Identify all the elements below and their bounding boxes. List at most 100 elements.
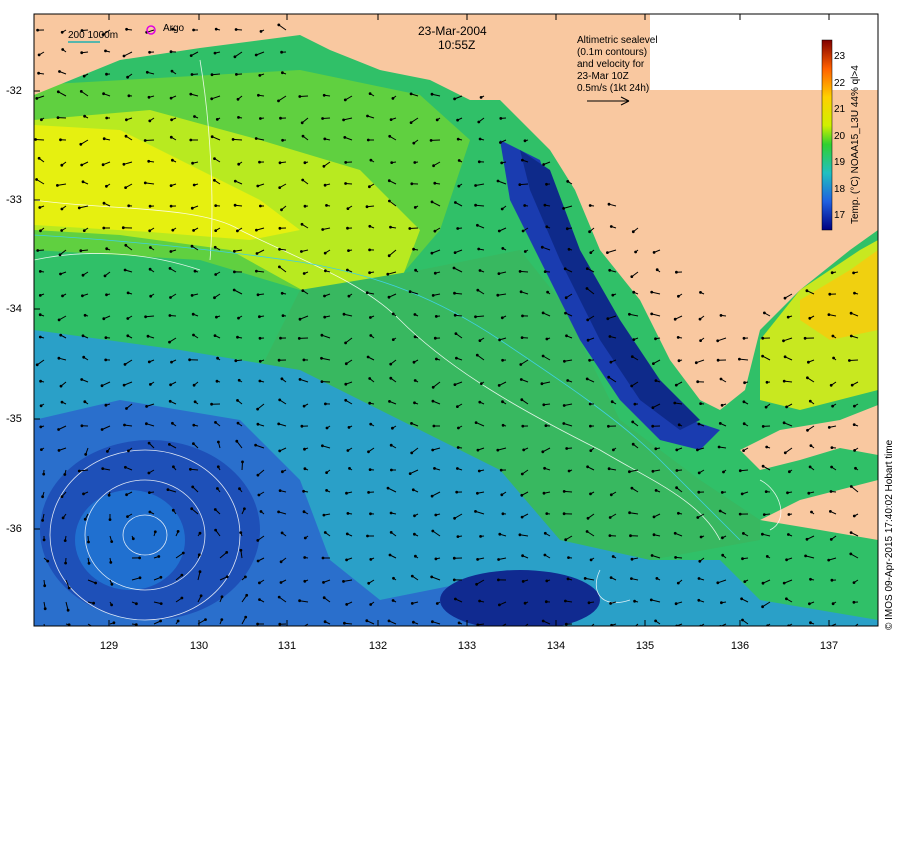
velocity-arrow-head <box>348 427 350 429</box>
velocity-arrow-head <box>631 558 633 560</box>
velocity-arrow-head <box>828 427 830 429</box>
velocity-arrow-head <box>61 31 63 33</box>
velocity-arrow-head <box>632 421 634 423</box>
velocity-arrow-head <box>303 511 305 513</box>
velocity-arrow-head <box>107 451 109 453</box>
x-tick-label: 129 <box>94 640 124 652</box>
velocity-arrow-head <box>150 247 152 249</box>
velocity-arrow-head <box>631 578 633 580</box>
velocity-arrow-head <box>830 539 832 541</box>
velocity-arrow-head <box>347 513 349 515</box>
velocity-arrow-head <box>326 490 328 492</box>
velocity-arrow-head <box>60 273 62 275</box>
velocity-arrow-head <box>234 56 236 58</box>
velocity-arrow-head <box>653 363 655 365</box>
velocity-arrow-head <box>149 51 151 53</box>
velocity-arrow-head <box>458 427 460 429</box>
velocity-arrow-head <box>541 383 543 385</box>
velocity-arrow-head <box>521 494 523 496</box>
velocity-arrow-head <box>431 93 433 95</box>
velocity-arrow-head <box>244 508 246 510</box>
velocity-arrow-head <box>282 471 284 473</box>
velocity-arrow-head <box>144 182 146 184</box>
velocity-arrow-head <box>148 96 150 98</box>
velocity-arrow-head <box>805 555 807 557</box>
velocity-arrow-head <box>84 401 86 403</box>
velocity-arrow-head <box>475 185 477 187</box>
velocity-arrow-head <box>610 577 612 579</box>
x-tick-label: 135 <box>630 640 660 652</box>
velocity-arrow-head <box>850 532 852 534</box>
velocity-arrow-head <box>524 602 526 604</box>
velocity-arrow-head <box>323 582 325 584</box>
velocity-arrow-head <box>546 226 548 228</box>
velocity-arrow-head <box>144 140 146 142</box>
velocity-arrow-head <box>433 425 435 427</box>
velocity-arrow-head <box>831 466 833 468</box>
velocity-arrow-head <box>609 269 611 271</box>
velocity-arrow-head <box>346 604 348 606</box>
velocity-arrow-head <box>809 466 811 468</box>
x-tick-label: 130 <box>184 640 214 652</box>
velocity-arrow-head <box>326 472 328 474</box>
velocity-arrow-head <box>303 405 305 407</box>
velocity-arrow-head <box>149 205 151 207</box>
velocity-arrow-head <box>258 94 260 96</box>
velocity-arrow-head <box>589 205 591 207</box>
velocity-arrow-head <box>652 470 654 472</box>
velocity-arrow-head <box>676 271 678 273</box>
velocity-arrow-head <box>435 316 437 318</box>
velocity-arrow-head <box>502 248 504 250</box>
velocity-arrow-head <box>546 338 548 340</box>
velocity-arrow-head <box>611 401 613 403</box>
velocity-arrow-head <box>436 119 438 121</box>
velocity-arrow-head <box>524 251 526 253</box>
y-tick-label: -35 <box>6 413 30 425</box>
velocity-arrow-head <box>321 334 323 336</box>
velocity-arrow-head <box>366 206 368 208</box>
velocity-arrow-head <box>808 361 810 363</box>
velocity-arrow-head <box>234 180 236 182</box>
velocity-arrow-head <box>125 244 127 246</box>
velocity-arrow-head <box>36 98 38 100</box>
velocity-arrow-head <box>698 599 700 601</box>
velocity-arrow-head <box>832 603 834 605</box>
velocity-arrow-head <box>83 493 85 495</box>
velocity-arrow-head <box>259 75 261 77</box>
velocity-arrow-head <box>125 187 127 189</box>
velocity-arrow-head <box>146 423 148 425</box>
velocity-arrow-head <box>304 537 306 539</box>
velocity-arrow-head <box>325 270 327 272</box>
deep-cold-patch <box>440 570 600 630</box>
velocity-arrow-head <box>524 140 526 142</box>
velocity-arrow-head <box>413 621 415 623</box>
velocity-arrow-head <box>343 581 345 583</box>
velocity-arrow-head <box>413 248 415 250</box>
velocity-arrow-head <box>501 162 503 164</box>
velocity-arrow-head <box>741 598 743 600</box>
velocity-arrow-head <box>849 360 851 362</box>
velocity-arrow-head <box>64 540 66 542</box>
velocity-arrow-head <box>62 295 64 297</box>
velocity-arrow-head <box>413 142 415 144</box>
velocity-arrow-head <box>194 401 196 403</box>
velocity-arrow-head <box>82 181 84 183</box>
velocity-arrow-head <box>42 496 44 498</box>
velocity-arrow-head <box>543 492 545 494</box>
velocity-arrow-head <box>242 461 244 463</box>
velocity-arrow-head <box>238 317 240 319</box>
velocity-arrow-head <box>81 425 83 427</box>
velocity-arrow-head <box>214 509 216 511</box>
velocity-arrow-head <box>82 295 84 297</box>
velocity-arrow-head <box>502 401 504 403</box>
velocity-arrow-head <box>457 228 459 230</box>
y-tick-label: -34 <box>6 303 30 315</box>
velocity-arrow-head <box>43 539 45 541</box>
velocity-arrow-head <box>84 115 86 117</box>
velocity-arrow-head <box>259 316 261 318</box>
velocity-arrow-head <box>743 450 745 452</box>
velocity-arrow-head <box>389 554 391 556</box>
velocity-arrow-head <box>194 270 196 272</box>
velocity-arrow-head <box>60 385 62 387</box>
velocity-arrow-head <box>697 449 699 451</box>
